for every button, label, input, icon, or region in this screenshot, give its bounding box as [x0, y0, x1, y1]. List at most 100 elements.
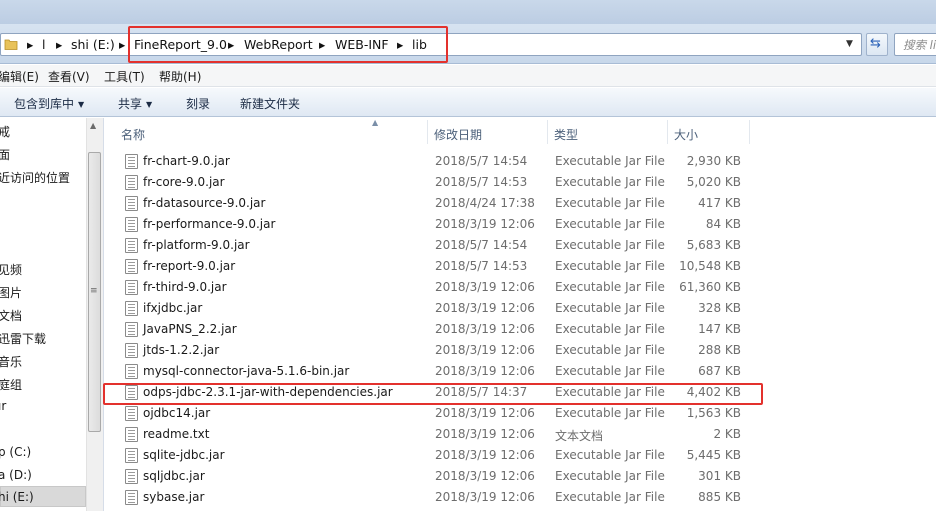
include-in-library-button[interactable]: 包含到库中 ▼ — [14, 95, 84, 112]
file-name: fr-third-9.0.jar — [143, 280, 227, 294]
file-modified-date: 2018/3/19 12:06 — [435, 427, 535, 441]
file-name: fr-datasource-9.0.jar — [143, 196, 266, 210]
file-row[interactable]: ifxjdbc.jar 2018/3/19 12:06 Executable Jar… — [104, 298, 936, 319]
chevron-down-icon: ▼ — [146, 100, 153, 109]
breadcrumb-item-drive[interactable]: shi (E:) — [71, 37, 115, 52]
nav-item-xunlei-download[interactable]: 迅雷下载 — [0, 330, 46, 347]
column-divider[interactable] — [427, 120, 428, 144]
breadcrumb-separator-icon[interactable]: ▸ — [56, 37, 62, 52]
nav-item-music[interactable]: 音乐 — [0, 353, 22, 370]
file-modified-date: 2018/3/19 12:06 — [435, 343, 535, 357]
share-label: 共享 — [118, 97, 143, 111]
scroll-grip-icon: ≡ — [90, 286, 98, 296]
file-row[interactable]: fr-chart-9.0.jar 2018/5/7 14:54 Executable… — [104, 151, 936, 172]
file-size: 1,563 KB — [686, 406, 741, 420]
file-modified-date: 2018/5/7 14:53 — [435, 259, 528, 273]
scroll-up-arrow-icon[interactable]: ▲ — [90, 121, 96, 130]
file-type: Executable Jar File — [555, 259, 665, 273]
jar-file-icon — [125, 322, 138, 337]
nav-item[interactable]: ır — [0, 399, 6, 413]
file-type: Executable Jar File — [555, 196, 665, 210]
share-button[interactable]: 共享 ▼ — [118, 95, 152, 112]
file-name: sybase.jar — [143, 490, 205, 504]
column-divider[interactable] — [667, 120, 668, 144]
nav-item-recent-places[interactable]: 近访问的位置 — [0, 169, 70, 186]
file-size: 61,360 KB — [679, 280, 741, 294]
file-row[interactable]: ojdbc14.jar 2018/3/19 12:06 Executable Jar… — [104, 403, 936, 424]
file-size: 885 KB — [698, 490, 741, 504]
burn-button[interactable]: 刻录 — [186, 95, 210, 112]
column-divider[interactable] — [547, 120, 548, 144]
file-type: Executable Jar File — [555, 448, 665, 462]
chevron-down-icon: ▼ — [78, 100, 85, 109]
file-row[interactable]: sybase.jar 2018/3/19 12:06 Executable Jar … — [104, 487, 936, 508]
nav-item-documents[interactable]: 文档 — [0, 307, 22, 324]
breadcrumb-item[interactable]: l — [42, 37, 45, 52]
nav-item-drive-c[interactable]: p (C:) — [0, 445, 31, 459]
nav-item-homegroup[interactable]: 庭组 — [0, 376, 22, 393]
file-size: 301 KB — [698, 469, 741, 483]
file-name: readme.txt — [143, 427, 210, 441]
menu-tools[interactable]: 工具(T) — [104, 68, 145, 85]
jar-file-icon — [125, 175, 138, 190]
nav-item[interactable]: 面 — [0, 146, 10, 163]
column-header-type[interactable]: 类型 — [554, 126, 578, 143]
menu-help[interactable]: 帮助(H) — [159, 68, 201, 85]
file-row[interactable]: fr-report-9.0.jar 2018/5/7 14:53 Executabl… — [104, 256, 936, 277]
file-row[interactable]: fr-third-9.0.jar 2018/3/19 12:06 Executabl… — [104, 277, 936, 298]
file-type: Executable Jar File — [555, 343, 665, 357]
nav-item[interactable]: 戒 — [0, 123, 10, 140]
search-placeholder: 搜索 li — [903, 38, 936, 52]
file-size: 417 KB — [698, 196, 741, 210]
file-row[interactable]: sqljdbc.jar 2018/3/19 12:06 Executable Jar… — [104, 466, 936, 487]
file-row[interactable]: sqlite-jdbc.jar 2018/3/19 12:06 Executable… — [104, 445, 936, 466]
file-type: 文本文档 — [555, 429, 604, 443]
jar-file-icon — [125, 469, 138, 484]
column-header-size[interactable]: 大小 — [674, 126, 698, 143]
file-row[interactable]: mysql-connector-java-5.1.6-bin.jar 2018/3… — [104, 361, 936, 382]
new-folder-button[interactable]: 新建文件夹 — [240, 95, 300, 112]
file-row[interactable]: readme.txt 2018/3/19 12:06 文本文档 2 KB — [104, 424, 936, 445]
jar-file-icon — [125, 406, 138, 421]
file-type: Executable Jar File — [555, 175, 665, 189]
breadcrumb-separator-icon[interactable]: ▸ — [119, 37, 125, 52]
file-size: 10,548 KB — [679, 259, 741, 273]
path-highlight-box — [128, 26, 448, 63]
column-header-name[interactable]: 名称 — [121, 126, 145, 143]
nav-item-videos[interactable]: 见频 — [0, 261, 22, 278]
nav-item-pictures[interactable]: 图片 — [0, 284, 22, 301]
column-header-date[interactable]: 修改日期 — [434, 126, 482, 143]
nav-item-drive-e[interactable]: hi (E:) — [0, 490, 34, 504]
folder-icon — [4, 39, 18, 50]
file-row[interactable]: fr-datasource-9.0.jar 2018/4/24 17:38 Exec… — [104, 193, 936, 214]
file-name: fr-platform-9.0.jar — [143, 238, 250, 252]
file-row[interactable]: fr-core-9.0.jar 2018/5/7 14:53 Executable … — [104, 172, 936, 193]
file-size: 328 KB — [698, 301, 741, 315]
file-type: Executable Jar File — [555, 280, 665, 294]
file-size: 2,930 KB — [686, 154, 741, 168]
file-type: Executable Jar File — [555, 301, 665, 315]
breadcrumb-separator-icon[interactable]: ▸ — [27, 37, 33, 52]
address-dropdown-icon[interactable]: ▼ — [846, 39, 853, 49]
file-row[interactable]: fr-performance-9.0.jar 2018/3/19 12:06 Exe… — [104, 214, 936, 235]
file-name: ifxjdbc.jar — [143, 301, 203, 315]
file-size: 84 KB — [705, 217, 741, 231]
file-type: Executable Jar File — [555, 469, 665, 483]
file-size: 687 KB — [698, 364, 741, 378]
file-modified-date: 2018/5/7 14:54 — [435, 154, 528, 168]
file-row[interactable]: fr-platform-9.0.jar 2018/5/7 14:54 Executa… — [104, 235, 936, 256]
jar-file-icon — [125, 154, 138, 169]
file-modified-date: 2018/3/19 12:06 — [435, 490, 535, 504]
file-row[interactable]: jtds-1.2.2.jar 2018/3/19 12:06 Executable … — [104, 340, 936, 361]
refresh-button[interactable]: ⇆ — [866, 33, 888, 56]
nav-item-drive-d[interactable]: a (D:) — [0, 468, 32, 482]
window-title-strip — [0, 0, 936, 24]
menu-edit[interactable]: 编辑(E) — [0, 68, 39, 85]
file-type: Executable Jar File — [555, 364, 665, 378]
file-modified-date: 2018/3/19 12:06 — [435, 301, 535, 315]
search-input[interactable]: 搜索 li — [894, 33, 936, 56]
column-divider[interactable] — [749, 120, 750, 144]
file-row[interactable]: JavaPNS_2.2.jar 2018/3/19 12:06 Executable… — [104, 319, 936, 340]
file-type: Executable Jar File — [555, 406, 665, 420]
menu-view[interactable]: 查看(V) — [48, 68, 90, 85]
